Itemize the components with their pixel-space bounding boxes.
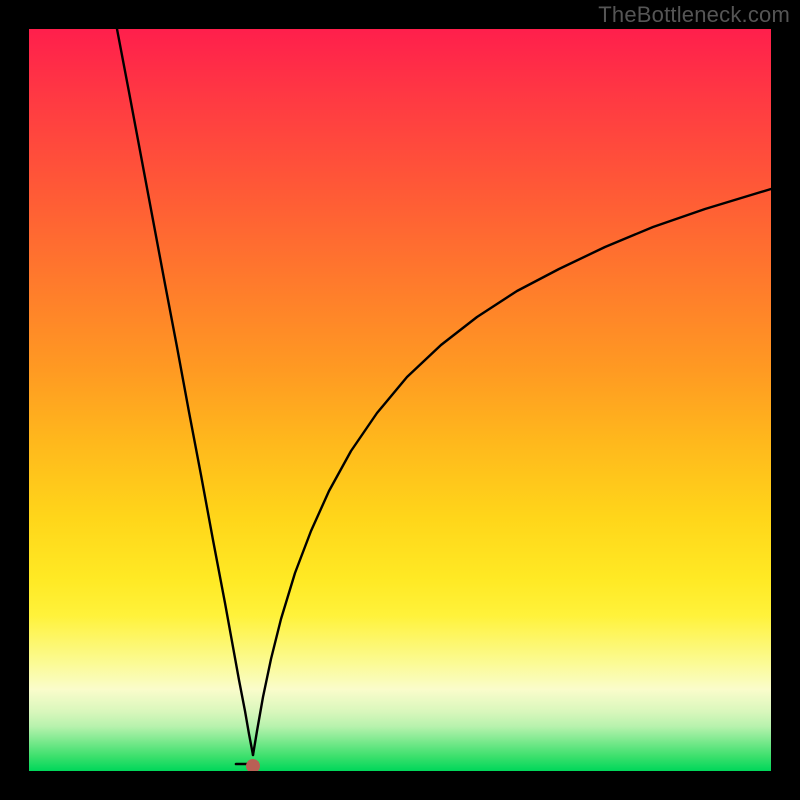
minimum-marker [246, 759, 260, 771]
watermark-text: TheBottleneck.com [598, 2, 790, 28]
curve-svg [29, 29, 771, 771]
plot-area [29, 29, 771, 771]
curve-right [253, 189, 771, 755]
curve-left [117, 29, 253, 755]
chart-frame: TheBottleneck.com [0, 0, 800, 800]
